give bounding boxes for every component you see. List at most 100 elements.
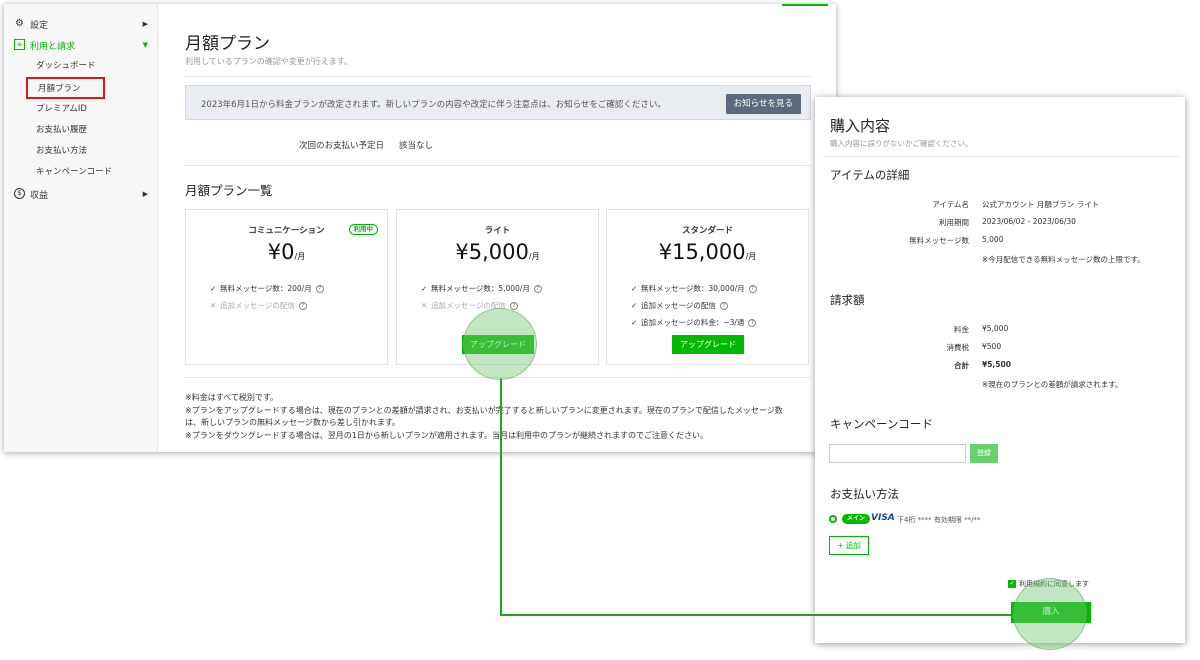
connector-line-vertical xyxy=(500,378,502,616)
register-button[interactable]: 登録 xyxy=(970,444,998,463)
dialog-subtitle: 購入内容に誤りがないかご確認ください。 xyxy=(830,139,973,148)
sidebar-item-premium-id[interactable]: プレミアムID xyxy=(36,102,87,116)
page-title: 月額プラン xyxy=(185,34,270,54)
sidebar-item-payment-method[interactable]: お支払い方法 xyxy=(36,144,87,158)
highlight-circle-purchase xyxy=(1013,578,1087,650)
period-label: 利用期間 xyxy=(939,218,969,227)
plan-feature: ✓ 追加メッセージの料金：~3/通? xyxy=(631,317,757,328)
sidebar-item-label: 設定 xyxy=(30,20,49,31)
sidebar-item-revenue[interactable]: $ 収益 ▶ xyxy=(4,184,158,204)
next-payment-label: 次回のお支払い予定日 xyxy=(299,141,385,151)
add-payment-button[interactable]: + 追加 xyxy=(829,536,869,555)
main-card-badge: メイン xyxy=(842,514,871,524)
next-payment-value: 該当なし xyxy=(399,141,434,151)
sidebar-item-monthly-plan[interactable]: 月額プラン xyxy=(26,77,105,99)
sidebar: ⚙ 設定 ▶ ≡ 利用と請求 ▼ ダッシュボード 月額プラン プレミアムID お… xyxy=(4,4,158,452)
check-icon: ✓ xyxy=(631,301,638,310)
receipt-icon: ≡ xyxy=(14,39,25,50)
plan-feature: ✓ 追加メッセージの配信? xyxy=(631,300,728,311)
dialog-title: 購入内容 xyxy=(830,117,891,135)
coin-icon: $ xyxy=(14,188,25,199)
check-icon: ✓ xyxy=(631,284,638,293)
plan-name: スタンダード xyxy=(681,226,733,236)
feature-text: 追加メッセージの料金：~3/通 xyxy=(641,318,745,327)
price-amount: ¥15,000 xyxy=(658,240,746,264)
sidebar-item-campaign-code[interactable]: キャンペーンコード xyxy=(36,165,112,179)
help-icon[interactable]: ? xyxy=(719,302,728,310)
help-icon[interactable]: ? xyxy=(315,285,324,293)
sidebar-item-dashboard[interactable]: ダッシュボード xyxy=(36,59,96,73)
plan-feature: ✓ 無料メッセージ数：30,000/月? xyxy=(631,283,757,294)
price-unit: /月 xyxy=(294,252,306,261)
tax-value: ¥500 xyxy=(982,342,1002,351)
campaign-code-input[interactable] xyxy=(829,444,966,463)
plan-feature: ✓ 無料メッセージ数：200/月? xyxy=(210,283,324,294)
cross-icon: ✕ xyxy=(210,301,217,310)
sidebar-item-label: 収益 xyxy=(30,190,49,201)
billing-heading: 請求額 xyxy=(830,293,865,307)
plan-feature: ✓ 無料メッセージ数：5,000/月? xyxy=(421,283,542,294)
plan-price: ¥5,000/月 xyxy=(397,240,598,264)
price-unit: /月 xyxy=(528,252,540,261)
notice-bar: 2023年6月1日から料金プランが改定されます。新しいプランの内容や改定に伴う注… xyxy=(185,85,811,120)
note-downgrade: ※プランをダウングレードする場合は、翌月の1日から新しいプランが適用されます。当… xyxy=(185,431,708,440)
chevron-right-icon: ▶ xyxy=(142,20,148,28)
price-amount: ¥5,000 xyxy=(455,240,529,264)
chevron-down-icon: ▼ xyxy=(142,41,148,49)
total-label: 合計 xyxy=(954,361,969,370)
help-icon[interactable]: ? xyxy=(748,319,757,327)
item-name-value: 公式アカウント 月額プラン ライト xyxy=(982,200,1100,209)
check-icon: ✓ xyxy=(631,318,638,327)
plan-price: ¥15,000/月 xyxy=(607,240,808,264)
page-subtitle: 利用しているプランの確認や変更が行えます。 xyxy=(185,57,352,66)
item-name-label: アイテム名 xyxy=(932,200,969,209)
note-upgrade: ※プランをアップグレードする場合は、現在のプランとの差額が請求され、お支払いが完… xyxy=(185,406,783,415)
item-details-heading: アイテムの詳細 xyxy=(830,168,910,182)
free-messages-note: ※今月配信できる無料メッセージ数の上限です。 xyxy=(982,255,1145,264)
sidebar-item-billing[interactable]: ≡ 利用と請求 ▼ xyxy=(4,35,158,55)
help-icon[interactable]: ? xyxy=(298,302,307,310)
main-window: ⚙ 設定 ▶ ≡ 利用と請求 ▼ ダッシュボード 月額プラン プレミアムID お… xyxy=(4,4,836,452)
notice-text: 2023年6月1日から料金プランが改定されます。新しいプランの内容や改定に伴う注… xyxy=(201,100,666,110)
plan-card-standard: スタンダード ¥15,000/月 ✓ 無料メッセージ数：30,000/月? ✓ 追加… xyxy=(606,209,809,365)
chevron-right-icon: ▶ xyxy=(142,190,148,198)
plan-feature: ✕ 追加メッセージの配信? xyxy=(210,300,307,311)
fee-value: ¥5,000 xyxy=(982,324,1009,333)
feature-text: 無料メッセージ数：30,000/月 xyxy=(641,284,745,293)
agree-checkbox[interactable]: ✓ xyxy=(1008,580,1016,588)
highlight-circle-upgrade xyxy=(463,308,537,380)
upgrade-button-standard[interactable]: アップグレード xyxy=(672,335,744,354)
total-value: ¥5,500 xyxy=(982,360,1011,369)
divider xyxy=(185,76,811,77)
plans-heading: 月額プラン一覧 xyxy=(185,183,273,198)
help-icon[interactable]: ? xyxy=(533,285,542,293)
plan-name: ライト xyxy=(484,226,511,236)
note-tax: ※料金はすべて税別です。 xyxy=(185,393,279,402)
period-value: 2023/06/02 - 2023/06/30 xyxy=(982,217,1076,226)
sidebar-item-payment-history[interactable]: お支払い履歴 xyxy=(36,123,87,137)
sidebar-item-label: 利用と請求 xyxy=(30,41,76,52)
feature-text: 追加メッセージの配信 xyxy=(220,301,295,310)
free-messages-label: 無料メッセージ数 xyxy=(909,236,969,245)
free-messages-value: 5,000 xyxy=(982,235,1004,244)
plan-price: ¥0/月 xyxy=(186,240,387,264)
payment-radio[interactable] xyxy=(829,515,837,523)
price-unit: /月 xyxy=(745,252,757,261)
view-notice-button[interactable]: お知らせを見る xyxy=(725,94,801,114)
plan-card-communication: コミュニケーション 利用中 ¥0/月 ✓ 無料メッセージ数：200/月? ✕ 追加メ… xyxy=(185,209,388,365)
main-content: 月額プラン 利用しているプランの確認や変更が行えます。 2023年6月1日から料… xyxy=(158,4,836,452)
feature-text: 追加メッセージの配信 xyxy=(641,301,716,310)
billing-note: ※現在のプランとの差額が請求されます。 xyxy=(982,380,1123,389)
feature-text: 無料メッセージ数：5,000/月 xyxy=(431,284,530,293)
campaign-code-heading: キャンペーンコード xyxy=(830,417,933,431)
help-icon[interactable]: ? xyxy=(748,285,757,293)
sidebar-item-settings[interactable]: ⚙ 設定 ▶ xyxy=(4,14,158,34)
connector-line-horizontal xyxy=(500,614,1016,616)
purchase-dialog: 購入内容 購入内容に誤りがないかご確認ください。 アイテムの詳細 アイテム名 公… xyxy=(815,97,1185,643)
visa-logo: VISA xyxy=(871,513,895,523)
price-amount: ¥0 xyxy=(267,240,295,264)
check-icon: ✓ xyxy=(210,284,217,293)
in-use-badge: 利用中 xyxy=(348,224,378,235)
payment-method-heading: お支払い方法 xyxy=(830,487,899,501)
feature-text: 無料メッセージ数：200/月 xyxy=(220,284,312,293)
